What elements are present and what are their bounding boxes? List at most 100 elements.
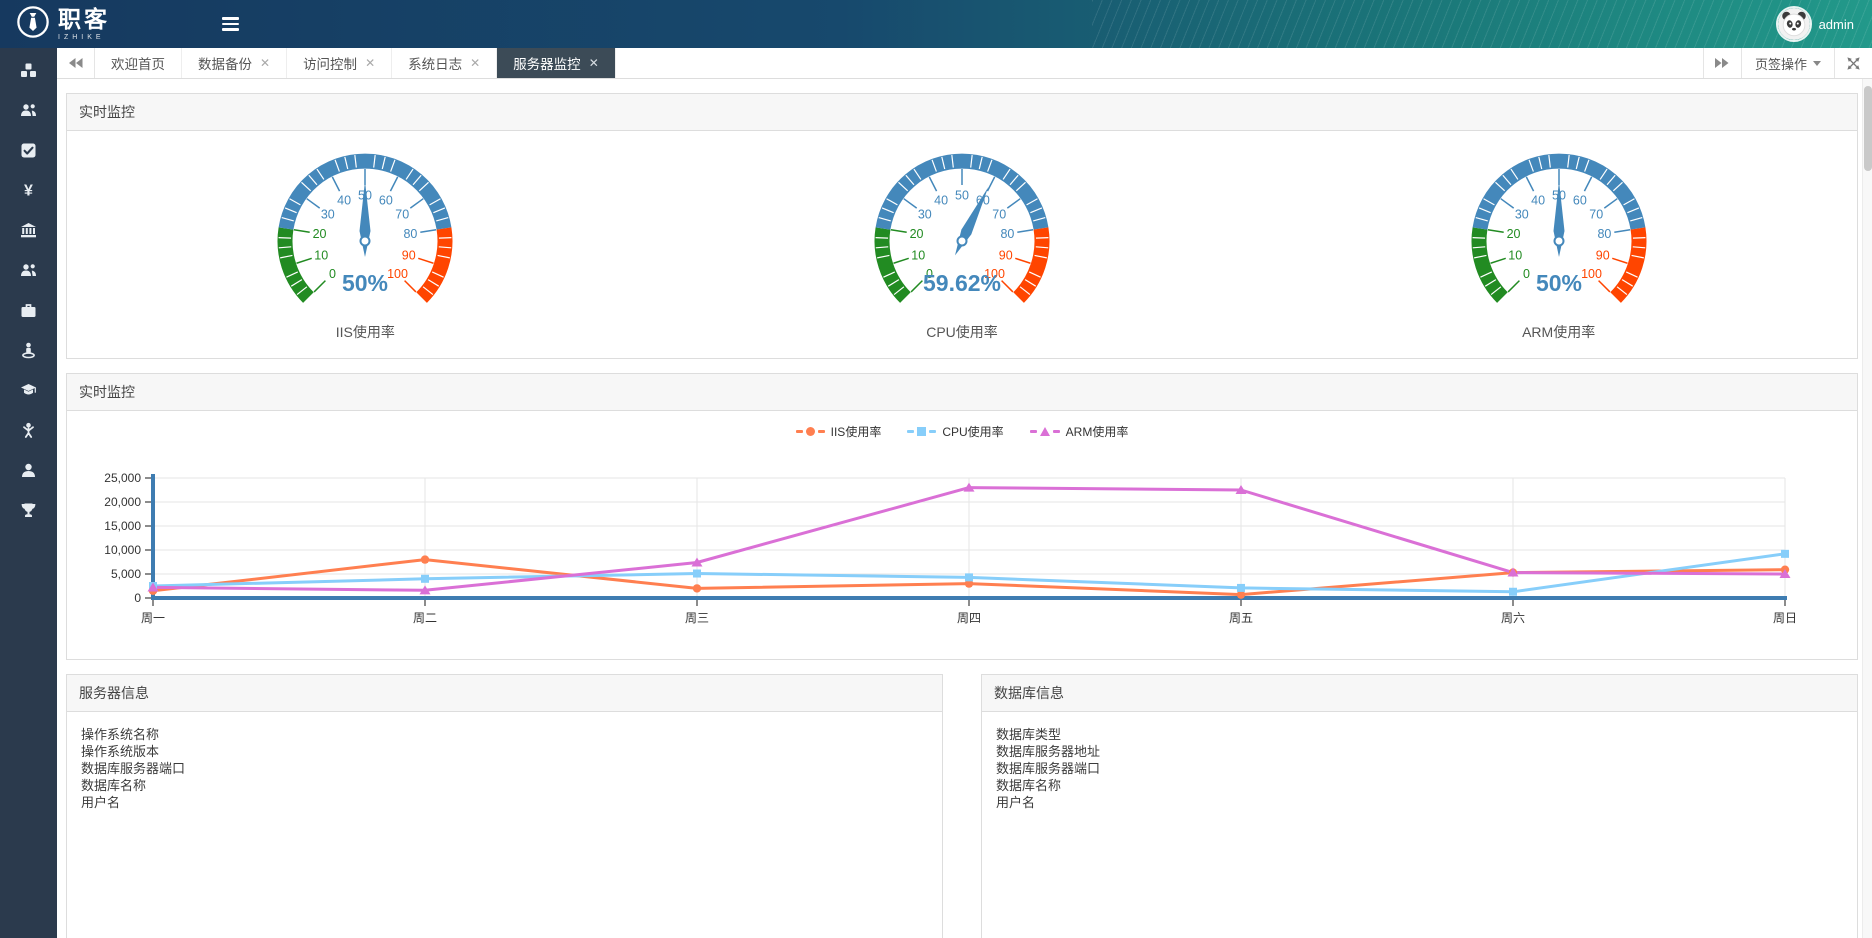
sidebar-item-0[interactable] — [0, 50, 57, 90]
tab-operations-dropdown[interactable]: 页签操作 — [1741, 48, 1834, 78]
tab-4[interactable]: 服务器监控✕ — [497, 48, 616, 78]
info-row: 用户名 — [996, 794, 1843, 811]
gauge-dial: 010203040506070809010050% — [1444, 145, 1674, 313]
db-info-panel: 数据库信息 数据库类型数据库服务器地址数据库服务器端口数据库名称用户名 — [981, 674, 1858, 938]
tab-label: 访问控制 — [303, 53, 357, 73]
sidebar-item-8[interactable] — [0, 370, 57, 410]
svg-text:30: 30 — [918, 207, 932, 221]
panda-avatar — [1778, 8, 1810, 40]
gauge-2: 010203040506070809010050%ARM使用率 — [1444, 145, 1674, 342]
legend-item[interactable]: CPU使用率 — [907, 423, 1003, 440]
info-row: 用户名 — [81, 794, 928, 811]
yen-icon: ¥ — [20, 182, 37, 199]
sidebar-item-3[interactable]: ¥ — [0, 170, 57, 210]
svg-text:0: 0 — [1523, 267, 1530, 281]
svg-text:20: 20 — [313, 227, 327, 241]
legend-item[interactable]: ARM使用率 — [1030, 423, 1129, 440]
tabs-scroll-right-button[interactable] — [1703, 48, 1741, 78]
x-axis-tick: 周三 — [685, 611, 709, 625]
gauge-title: IIS使用率 — [250, 322, 480, 342]
server-info-title: 服务器信息 — [67, 675, 942, 712]
legend-item[interactable]: IIS使用率 — [796, 423, 882, 440]
svg-text:10: 10 — [315, 249, 329, 263]
info-row: 数据库类型 — [996, 726, 1843, 743]
check-square-icon — [20, 142, 37, 159]
data-point[interactable] — [1781, 550, 1789, 558]
brand-logo[interactable]: 职客 IZHIKE — [0, 5, 190, 44]
info-row: 数据库服务器端口 — [81, 760, 928, 777]
tab-close-icon[interactable]: ✕ — [260, 57, 270, 69]
tab-bar: 欢迎首页数据备份✕访问控制✕系统日志✕服务器监控✕ 页签操作 — [57, 48, 1872, 79]
data-point[interactable] — [1509, 588, 1517, 596]
gauge-value: 59.62% — [923, 270, 1001, 296]
data-point[interactable] — [1237, 584, 1245, 592]
data-point[interactable] — [693, 570, 701, 578]
svg-text:30: 30 — [321, 207, 335, 221]
data-point[interactable] — [421, 555, 429, 563]
double-left-arrow-icon — [69, 58, 83, 68]
sidebar-item-7[interactable] — [0, 330, 57, 370]
gauge-title: CPU使用率 — [847, 322, 1077, 342]
legend-label: CPU使用率 — [942, 423, 1003, 440]
svg-text:70: 70 — [396, 207, 410, 221]
street-view-icon — [20, 342, 37, 359]
users-icon — [20, 102, 37, 119]
sidebar-item-10[interactable] — [0, 450, 57, 490]
gauge-title: ARM使用率 — [1444, 322, 1674, 342]
tab-close-icon[interactable]: ✕ — [470, 57, 480, 69]
svg-text:90: 90 — [1595, 249, 1609, 263]
sidebar-item-9[interactable] — [0, 410, 57, 450]
tabs-scroll-left-button[interactable] — [57, 48, 95, 78]
tab-0[interactable]: 欢迎首页 — [95, 48, 182, 78]
tab-2[interactable]: 访问控制 ✕ — [287, 48, 392, 78]
x-axis-tick: 周日 — [1773, 611, 1797, 625]
svg-text:80: 80 — [404, 227, 418, 241]
sidebar: ¥ — [0, 48, 57, 938]
data-point[interactable] — [693, 584, 701, 592]
circle-marker-icon — [806, 427, 815, 436]
sidebar-item-2[interactable] — [0, 130, 57, 170]
user-avatar[interactable] — [1776, 6, 1812, 42]
vertical-scrollbar[interactable] — [1862, 79, 1872, 938]
sidebar-item-1[interactable] — [0, 90, 57, 130]
gauge-dial: 010203040506070809010059.62% — [847, 145, 1077, 313]
svg-text:0: 0 — [329, 267, 336, 281]
cubes-icon — [20, 62, 37, 79]
sidebar-item-6[interactable] — [0, 290, 57, 330]
sidebar-item-11[interactable] — [0, 490, 57, 530]
svg-text:20: 20 — [1506, 227, 1520, 241]
sidebar-item-5[interactable] — [0, 250, 57, 290]
svg-text:70: 70 — [992, 207, 1006, 221]
gauge-panel: 实时监控 010203040506070809010050%IIS使用率0102… — [66, 93, 1858, 359]
bank-icon — [20, 222, 37, 239]
y-axis-tick: 5,000 — [111, 567, 141, 581]
scrollbar-thumb[interactable] — [1864, 86, 1872, 171]
x-axis-tick: 周二 — [413, 611, 437, 625]
top-navbar: 职客 IZHIKE admin — [0, 0, 1872, 48]
svg-text:40: 40 — [1531, 193, 1545, 207]
svg-text:50: 50 — [955, 188, 969, 202]
chart-panel-title: 实时监控 — [67, 374, 1857, 411]
db-info-title: 数据库信息 — [982, 675, 1857, 712]
sidebar-item-4[interactable] — [0, 210, 57, 250]
svg-text:40: 40 — [337, 193, 351, 207]
fullscreen-button[interactable] — [1834, 48, 1872, 78]
y-axis-tick: 20,000 — [104, 495, 141, 509]
svg-text:80: 80 — [1597, 227, 1611, 241]
x-axis-tick: 周六 — [1501, 611, 1525, 625]
tab-1[interactable]: 数据备份✕ — [182, 48, 287, 78]
tab-label: 系统日志 — [408, 53, 462, 73]
tab-3[interactable]: 系统日志 ✕ — [392, 48, 497, 78]
data-point[interactable] — [965, 573, 973, 581]
y-axis-tick: 0 — [134, 591, 141, 605]
hamburger-icon[interactable] — [216, 8, 245, 40]
tab-close-icon[interactable]: ✕ — [365, 57, 375, 69]
svg-text:10: 10 — [1508, 249, 1522, 263]
data-point[interactable] — [421, 575, 429, 583]
info-row: 数据库名称 — [996, 777, 1843, 794]
svg-text:100: 100 — [387, 267, 408, 281]
tab-operations-label: 页签操作 — [1755, 54, 1807, 73]
briefcase-icon — [20, 302, 37, 319]
svg-text:40: 40 — [934, 193, 948, 207]
tab-close-icon[interactable]: ✕ — [589, 57, 599, 69]
